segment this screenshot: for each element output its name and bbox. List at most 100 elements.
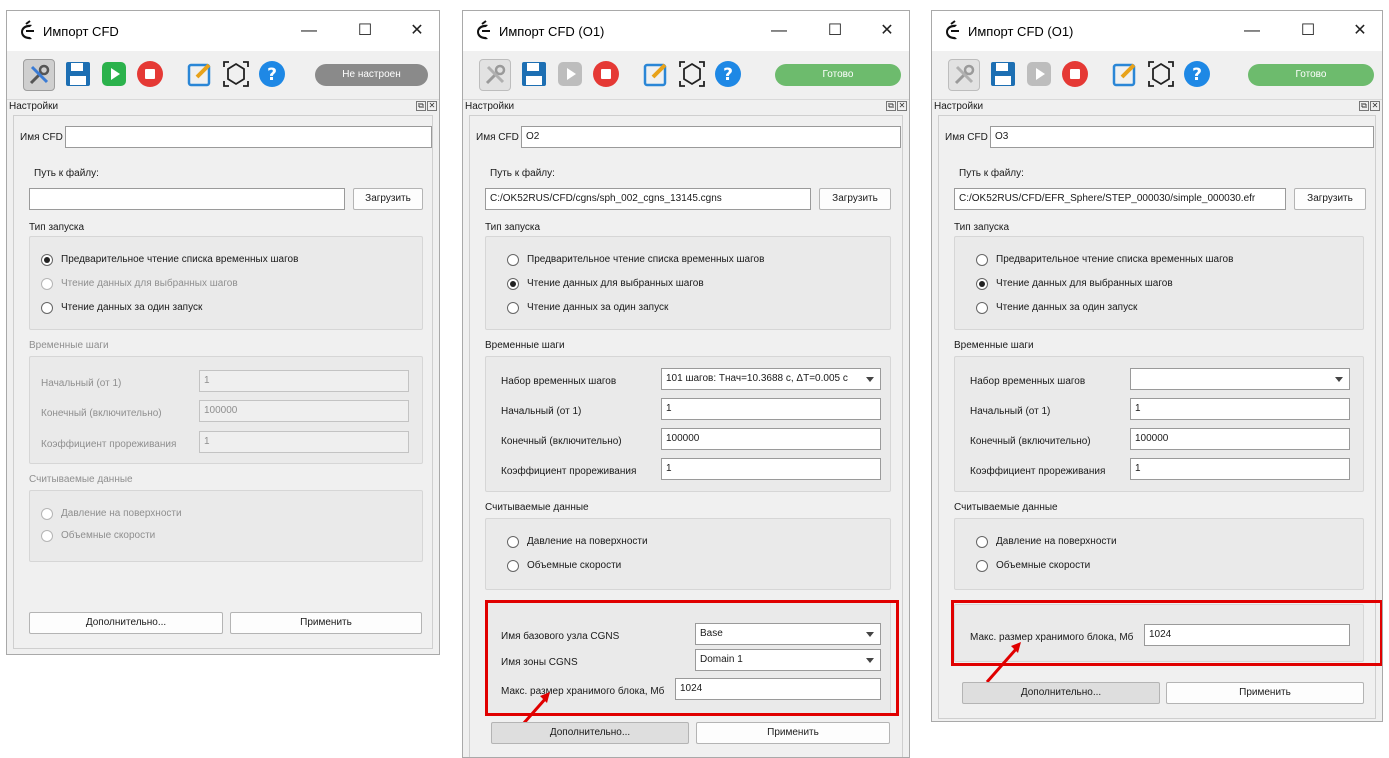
radio-pressure[interactable]: [507, 536, 519, 548]
close-button[interactable]: ✕: [1342, 18, 1378, 44]
radio-single-run-label: Чтение данных за один запуск: [61, 302, 203, 313]
end-label: Конечный (включительно): [501, 436, 622, 447]
end-label: Конечный (включительно): [41, 408, 162, 419]
minimize-button[interactable]: —: [761, 18, 797, 44]
maximize-button[interactable]: ☐: [1290, 18, 1326, 44]
radio-single-run[interactable]: [976, 302, 988, 314]
file-path-input[interactable]: C:/OK52RUS/CFD/cgns/sph_002_cgns_13145.c…: [485, 188, 811, 210]
radio-velocities[interactable]: [976, 560, 988, 572]
maximize-button[interactable]: ☐: [817, 18, 853, 44]
timesteps-title: Временные шаги: [485, 340, 565, 351]
fit-view-button[interactable]: [1146, 59, 1178, 91]
apply-button[interactable]: Применить: [1166, 682, 1364, 704]
radio-velocities[interactable]: [507, 560, 519, 572]
title-bar[interactable]: Импорт CFD (O1) — ☐ ✕: [932, 11, 1382, 51]
run-button[interactable]: [555, 59, 587, 91]
apply-button[interactable]: Применить: [696, 722, 890, 744]
panel-header: Настройки ⧉ ✕: [932, 100, 1382, 114]
read-data-group: [485, 518, 891, 590]
file-path-input[interactable]: [29, 188, 345, 210]
timestep-set-combo[interactable]: [1130, 368, 1350, 390]
settings-tools-button[interactable]: [479, 59, 511, 91]
cfd-name-input[interactable]: O3: [990, 126, 1374, 148]
panel-close-icon[interactable]: ✕: [897, 101, 907, 111]
help-icon: ?: [259, 61, 285, 87]
float-icon[interactable]: ⧉: [416, 101, 426, 111]
save-button[interactable]: [63, 59, 95, 91]
end-input[interactable]: 100000: [1130, 428, 1350, 450]
panel-close-icon[interactable]: ✕: [1370, 101, 1380, 111]
radio-velocities[interactable]: [41, 530, 53, 542]
edit-button[interactable]: [1110, 59, 1142, 91]
launch-type-title: Тип запуска: [954, 222, 1010, 233]
timestep-set-label: Набор временных шагов: [970, 376, 1086, 387]
thin-input[interactable]: 1: [1130, 458, 1350, 480]
cfd-name-label: Имя CFD: [20, 132, 63, 143]
chevron-down-icon: [866, 377, 874, 382]
stop-button[interactable]: [591, 59, 623, 91]
end-input[interactable]: 100000: [199, 400, 409, 422]
fit-view-button[interactable]: [221, 59, 253, 91]
stop-button[interactable]: [135, 59, 167, 91]
radio-pressure-label: Давление на поверхности: [527, 536, 648, 547]
radio-single-run[interactable]: [507, 302, 519, 314]
panel-close-icon[interactable]: ✕: [427, 101, 437, 111]
fit-view-button[interactable]: [677, 59, 709, 91]
radio-selected-steps[interactable]: [976, 278, 988, 290]
title-bar[interactable]: Импорт CFD (O1) — ☐ ✕: [463, 11, 909, 51]
thin-input[interactable]: 1: [199, 431, 409, 453]
save-button[interactable]: [988, 59, 1020, 91]
radio-velocities-label: Объемные скорости: [61, 530, 156, 541]
load-button[interactable]: Загрузить: [819, 188, 891, 210]
radio-selected-steps[interactable]: [41, 278, 53, 290]
end-input[interactable]: 100000: [661, 428, 881, 450]
focus-icon: [223, 61, 249, 87]
float-icon[interactable]: ⧉: [886, 101, 896, 111]
load-button[interactable]: Загрузить: [1294, 188, 1366, 210]
file-path-input[interactable]: C:/OK52RUS/CFD/EFR_Sphere/STEP_000030/si…: [954, 188, 1286, 210]
advanced-button[interactable]: Дополнительно...: [29, 612, 223, 634]
settings-tools-button[interactable]: [23, 59, 55, 91]
minimize-button[interactable]: —: [1234, 18, 1270, 44]
start-input[interactable]: 1: [1130, 398, 1350, 420]
radio-preload[interactable]: [41, 254, 53, 266]
float-icon[interactable]: ⧉: [1359, 101, 1369, 111]
run-button[interactable]: [99, 59, 131, 91]
advanced-button[interactable]: Дополнительно...: [491, 722, 689, 744]
start-input[interactable]: 1: [661, 398, 881, 420]
title-bar[interactable]: Импорт CFD — ☐ ✕: [7, 11, 439, 51]
advanced-button[interactable]: Дополнительно...: [962, 682, 1160, 704]
apply-button[interactable]: Применить: [230, 612, 422, 634]
close-button[interactable]: ✕: [869, 18, 905, 44]
radio-single-run-label: Чтение данных за один запуск: [527, 302, 669, 313]
thin-input[interactable]: 1: [661, 458, 881, 480]
edit-button[interactable]: [641, 59, 673, 91]
radio-preload[interactable]: [976, 254, 988, 266]
radio-selected-steps[interactable]: [507, 278, 519, 290]
radio-preload-label: Предварительное чтение списка временных …: [527, 254, 765, 265]
settings-tools-button[interactable]: [948, 59, 980, 91]
save-button[interactable]: [519, 59, 551, 91]
edit-button[interactable]: [185, 59, 217, 91]
read-data-title: Считываемые данные: [29, 474, 133, 485]
radio-preload[interactable]: [507, 254, 519, 266]
radio-pressure[interactable]: [976, 536, 988, 548]
help-button[interactable]: ?: [1182, 59, 1214, 91]
stop-button[interactable]: [1060, 59, 1092, 91]
radio-selected-steps-label: Чтение данных для выбранных шагов: [996, 278, 1173, 289]
radio-pressure[interactable]: [41, 508, 53, 520]
panel-title: Настройки: [934, 101, 984, 112]
start-input[interactable]: 1: [199, 370, 409, 392]
status-badge: Готово: [1248, 64, 1374, 86]
cfd-name-input[interactable]: [65, 126, 432, 148]
help-button[interactable]: ?: [713, 59, 745, 91]
cfd-name-input[interactable]: O2: [521, 126, 901, 148]
radio-single-run[interactable]: [41, 302, 53, 314]
maximize-button[interactable]: ☐: [347, 18, 383, 44]
close-button[interactable]: ✕: [399, 18, 435, 44]
run-button[interactable]: [1024, 59, 1056, 91]
minimize-button[interactable]: —: [291, 18, 327, 44]
help-button[interactable]: ?: [257, 59, 289, 91]
timestep-set-combo[interactable]: 101 шагов: Тнач=10.3688 с, ΔT=0.005 с: [661, 368, 881, 390]
load-button[interactable]: Загрузить: [353, 188, 423, 210]
